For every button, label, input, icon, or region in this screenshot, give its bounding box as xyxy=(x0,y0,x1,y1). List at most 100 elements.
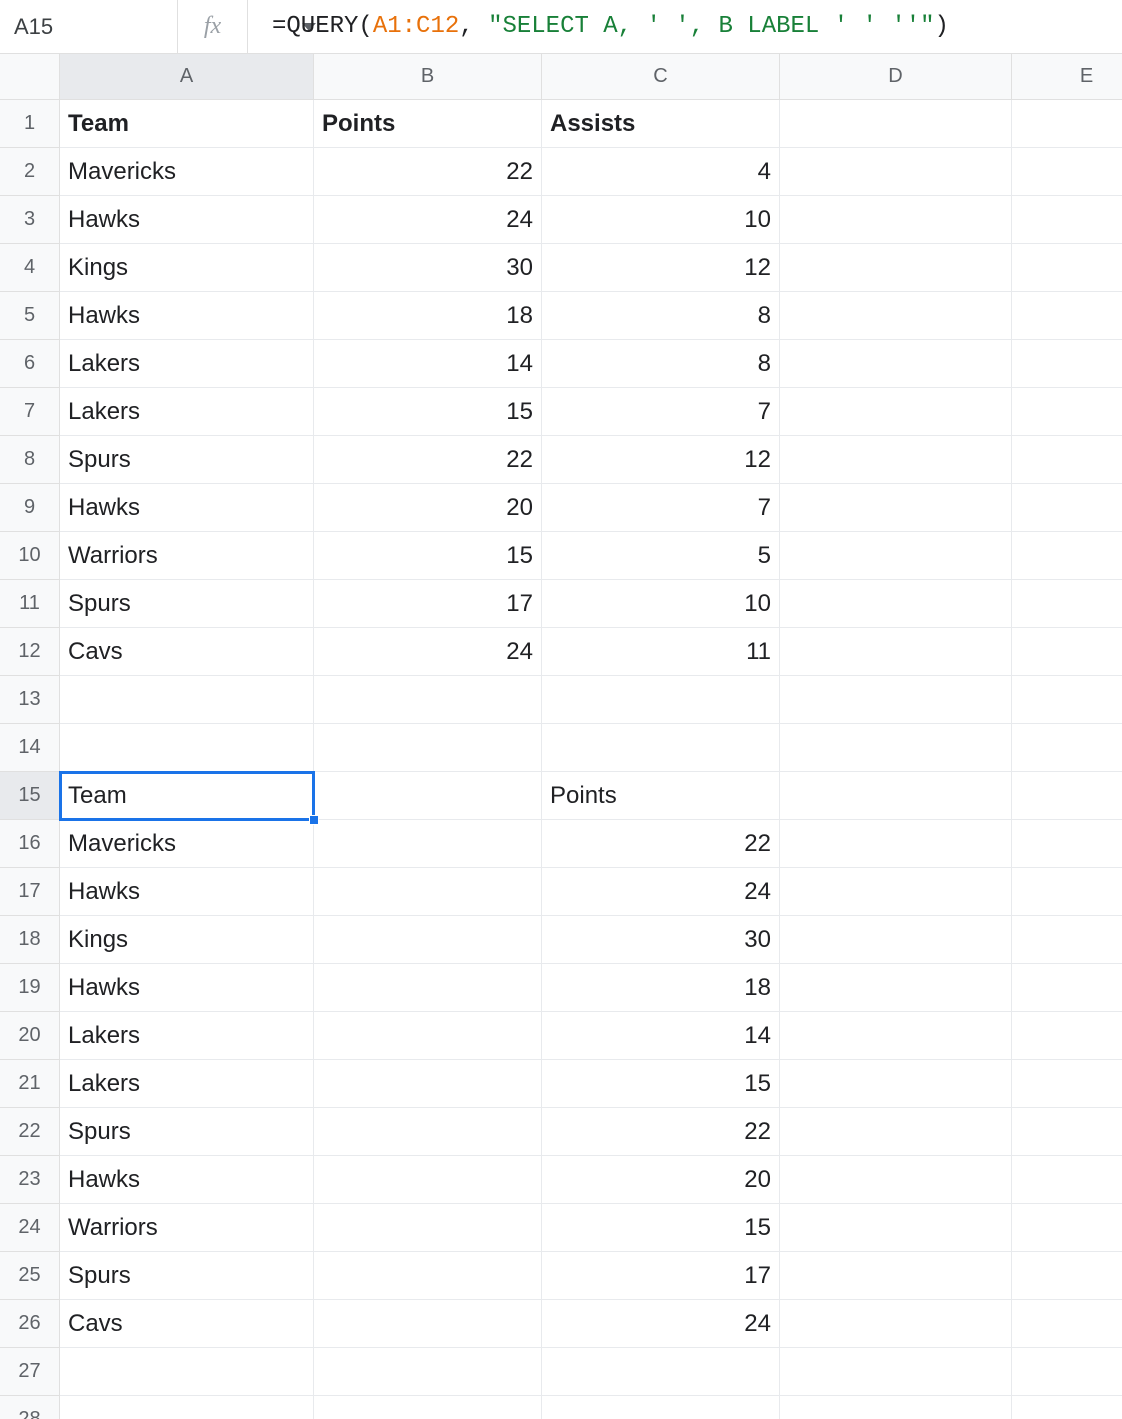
cell-E17[interactable] xyxy=(1012,868,1122,916)
cell-D14[interactable] xyxy=(780,724,1012,772)
cell-D18[interactable] xyxy=(780,916,1012,964)
cell-C6[interactable]: 8 xyxy=(542,340,780,388)
cell-A2[interactable]: Mavericks xyxy=(60,148,314,196)
cell-D9[interactable] xyxy=(780,484,1012,532)
cell-E26[interactable] xyxy=(1012,1300,1122,1348)
cell-A3[interactable]: Hawks xyxy=(60,196,314,244)
cell-D12[interactable] xyxy=(780,628,1012,676)
row-header-24[interactable]: 24 xyxy=(0,1204,60,1252)
cell-E24[interactable] xyxy=(1012,1204,1122,1252)
cell-C25[interactable]: 17 xyxy=(542,1252,780,1300)
cell-C14[interactable] xyxy=(542,724,780,772)
row-header-22[interactable]: 22 xyxy=(0,1108,60,1156)
cell-C19[interactable]: 18 xyxy=(542,964,780,1012)
cell-E28[interactable] xyxy=(1012,1396,1122,1419)
row-header-13[interactable]: 13 xyxy=(0,676,60,724)
cell-C8[interactable]: 12 xyxy=(542,436,780,484)
row-header-26[interactable]: 26 xyxy=(0,1300,60,1348)
cell-B28[interactable] xyxy=(314,1396,542,1419)
cell-B2[interactable]: 22 xyxy=(314,148,542,196)
row-header-28[interactable]: 28 xyxy=(0,1396,60,1419)
row-header-5[interactable]: 5 xyxy=(0,292,60,340)
cell-E6[interactable] xyxy=(1012,340,1122,388)
cell-A6[interactable]: Lakers xyxy=(60,340,314,388)
cell-E13[interactable] xyxy=(1012,676,1122,724)
cell-C15[interactable]: Points xyxy=(542,772,780,820)
cell-B27[interactable] xyxy=(314,1348,542,1396)
cell-C5[interactable]: 8 xyxy=(542,292,780,340)
cell-D2[interactable] xyxy=(780,148,1012,196)
cell-D15[interactable] xyxy=(780,772,1012,820)
cell-A27[interactable] xyxy=(60,1348,314,1396)
cell-B14[interactable] xyxy=(314,724,542,772)
cell-D13[interactable] xyxy=(780,676,1012,724)
cell-A23[interactable]: Hawks xyxy=(60,1156,314,1204)
row-header-10[interactable]: 10 xyxy=(0,532,60,580)
cell-B3[interactable]: 24 xyxy=(314,196,542,244)
row-header-17[interactable]: 17 xyxy=(0,868,60,916)
row-header-6[interactable]: 6 xyxy=(0,340,60,388)
cell-E15[interactable] xyxy=(1012,772,1122,820)
cell-E3[interactable] xyxy=(1012,196,1122,244)
cell-A16[interactable]: Mavericks xyxy=(60,820,314,868)
cell-C16[interactable]: 22 xyxy=(542,820,780,868)
cell-D17[interactable] xyxy=(780,868,1012,916)
row-header-8[interactable]: 8 xyxy=(0,436,60,484)
cell-B8[interactable]: 22 xyxy=(314,436,542,484)
column-header-A[interactable]: A xyxy=(60,54,314,100)
cell-B6[interactable]: 14 xyxy=(314,340,542,388)
cell-E20[interactable] xyxy=(1012,1012,1122,1060)
cell-D10[interactable] xyxy=(780,532,1012,580)
cell-C2[interactable]: 4 xyxy=(542,148,780,196)
cell-E27[interactable] xyxy=(1012,1348,1122,1396)
cell-A14[interactable] xyxy=(60,724,314,772)
cell-C18[interactable]: 30 xyxy=(542,916,780,964)
cell-C10[interactable]: 5 xyxy=(542,532,780,580)
cell-E18[interactable] xyxy=(1012,916,1122,964)
cell-D3[interactable] xyxy=(780,196,1012,244)
cell-A11[interactable]: Spurs xyxy=(60,580,314,628)
cell-B16[interactable] xyxy=(314,820,542,868)
cell-C27[interactable] xyxy=(542,1348,780,1396)
cell-D16[interactable] xyxy=(780,820,1012,868)
column-header-B[interactable]: B xyxy=(314,54,542,100)
cell-B23[interactable] xyxy=(314,1156,542,1204)
selection-fill-handle[interactable] xyxy=(309,815,319,825)
cell-E11[interactable] xyxy=(1012,580,1122,628)
cell-C1[interactable]: Assists xyxy=(542,100,780,148)
cell-B10[interactable]: 15 xyxy=(314,532,542,580)
row-header-7[interactable]: 7 xyxy=(0,388,60,436)
cell-B1[interactable]: Points xyxy=(314,100,542,148)
cell-D5[interactable] xyxy=(780,292,1012,340)
cell-A15[interactable]: Team xyxy=(60,772,314,820)
cell-B12[interactable]: 24 xyxy=(314,628,542,676)
select-all-corner[interactable] xyxy=(0,54,60,100)
cell-A19[interactable]: Hawks xyxy=(60,964,314,1012)
column-header-C[interactable]: C xyxy=(542,54,780,100)
cell-B9[interactable]: 20 xyxy=(314,484,542,532)
cell-D23[interactable] xyxy=(780,1156,1012,1204)
cell-B5[interactable]: 18 xyxy=(314,292,542,340)
column-header-D[interactable]: D xyxy=(780,54,1012,100)
cell-B26[interactable] xyxy=(314,1300,542,1348)
cell-C26[interactable]: 24 xyxy=(542,1300,780,1348)
cell-D21[interactable] xyxy=(780,1060,1012,1108)
cell-B19[interactable] xyxy=(314,964,542,1012)
row-header-19[interactable]: 19 xyxy=(0,964,60,1012)
cell-C21[interactable]: 15 xyxy=(542,1060,780,1108)
cell-B22[interactable] xyxy=(314,1108,542,1156)
cell-C22[interactable]: 22 xyxy=(542,1108,780,1156)
cell-E1[interactable] xyxy=(1012,100,1122,148)
cell-A7[interactable]: Lakers xyxy=(60,388,314,436)
cell-E2[interactable] xyxy=(1012,148,1122,196)
cell-A26[interactable]: Cavs xyxy=(60,1300,314,1348)
cell-E16[interactable] xyxy=(1012,820,1122,868)
cell-A22[interactable]: Spurs xyxy=(60,1108,314,1156)
cell-A13[interactable] xyxy=(60,676,314,724)
row-header-25[interactable]: 25 xyxy=(0,1252,60,1300)
row-header-16[interactable]: 16 xyxy=(0,820,60,868)
row-header-23[interactable]: 23 xyxy=(0,1156,60,1204)
cell-D27[interactable] xyxy=(780,1348,1012,1396)
row-header-1[interactable]: 1 xyxy=(0,100,60,148)
cell-B11[interactable]: 17 xyxy=(314,580,542,628)
